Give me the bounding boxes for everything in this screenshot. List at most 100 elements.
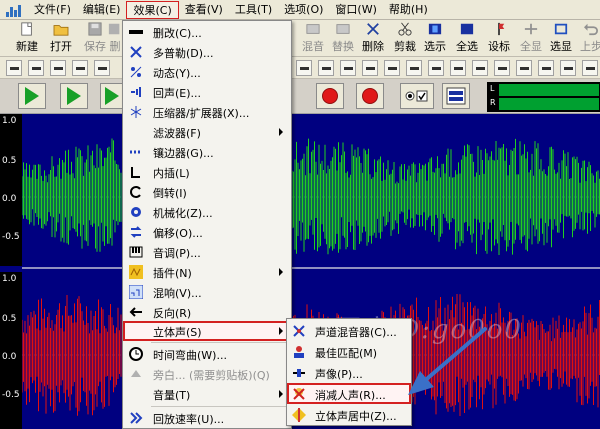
replace-button[interactable]: 替换 <box>326 22 360 56</box>
submenu-item-stereo-center[interactable]: 立体声居中(Z)... <box>287 404 411 425</box>
menu-item-interpolate[interactable]: 内插(L) <box>123 162 291 182</box>
menu-item-pitch[interactable]: 音调(P)... <box>123 242 291 262</box>
save-button[interactable]: 保存 <box>78 22 112 56</box>
submenu-item-best-match[interactable]: 最佳匹配(M) <box>287 341 411 362</box>
menu-edit[interactable]: 编辑(E) <box>77 1 127 19</box>
submenu-arrow-icon <box>279 327 283 335</box>
show-all-button[interactable]: 全显 <box>514 22 548 56</box>
menu-item-voiceover[interactable]: 旁白... (需要剪贴板)(Q) <box>123 364 291 384</box>
menu-item-flanger[interactable]: 镶边器(G)... <box>123 142 291 162</box>
record-stop-button[interactable] <box>356 83 384 109</box>
select-all-button[interactable]: 全选 <box>450 22 484 56</box>
effect-tool-icon[interactable] <box>318 60 334 76</box>
effect-tool-icon[interactable] <box>582 60 598 76</box>
set-marker-button[interactable]: 设标 <box>482 22 516 56</box>
menu-item-playback-rate[interactable]: 回放速率(U)... <box>123 408 291 428</box>
new-file-icon <box>21 22 32 36</box>
effect-tool-icon[interactable] <box>560 60 576 76</box>
menu-item-label: 时间弯曲(W)... <box>153 349 227 362</box>
menu-file[interactable]: 文件(F) <box>28 1 77 19</box>
submenu-item-pan[interactable]: 声像(P)... <box>287 362 411 383</box>
menu-window[interactable]: 窗口(W) <box>329 1 382 19</box>
menu-item-label: 倒转(I) <box>153 187 187 200</box>
submenu-arrow-icon <box>279 268 283 276</box>
effect-tool-icon[interactable] <box>72 60 88 76</box>
menu-item-label: 滤波器(F) <box>153 127 201 140</box>
effect-tool-icon[interactable] <box>538 60 554 76</box>
replace-button-label: 替换 <box>332 40 354 53</box>
menu-item-stereo[interactable]: 立体声(S) <box>123 321 291 341</box>
submenu-item-channel-mixer[interactable]: 声道混音器(C)... <box>287 320 411 341</box>
loop-play-button[interactable] <box>100 83 122 109</box>
menu-item-filter[interactable]: 滤波器(F) <box>123 122 291 142</box>
delete-button-label: 删除 <box>362 40 384 53</box>
select-view-button[interactable]: 选示 <box>418 22 452 56</box>
stereo-submenu: 声道混音器(C)... 最佳匹配(M) 声像(P)... 消减人声(R)... … <box>286 318 412 426</box>
menu-item-reverb[interactable]: 混响(V)... <box>123 282 291 302</box>
undo-button[interactable]: 上步 <box>574 22 600 56</box>
pitch-icon <box>129 246 143 258</box>
effect-tool-icon[interactable] <box>428 60 444 76</box>
effect-tool-icon[interactable] <box>472 60 488 76</box>
meter-right-bar <box>499 98 599 110</box>
menu-item-invert[interactable]: 倒转(I) <box>123 182 291 202</box>
menu-item-volume[interactable]: 音量(T) <box>123 384 291 404</box>
reverb-icon <box>129 285 143 299</box>
menu-item-plugin[interactable]: 插件(N) <box>123 262 291 282</box>
effect-tool-icon[interactable] <box>296 60 312 76</box>
effect-tool-icon[interactable] <box>494 60 510 76</box>
menu-item-reverse[interactable]: 反向(R) <box>123 302 291 322</box>
effect-tool-icon[interactable] <box>384 60 400 76</box>
menu-view[interactable]: 查看(V) <box>179 1 229 19</box>
effect-tool-icon[interactable] <box>28 60 44 76</box>
effect-tool-icon[interactable] <box>340 60 356 76</box>
meter-left-label: L <box>490 84 495 93</box>
menu-item-mechanize[interactable]: 机械化(Z)... <box>123 202 291 222</box>
spectrum-view-button[interactable] <box>442 83 470 109</box>
trim-button[interactable]: 剪裁 <box>388 22 422 56</box>
meter-right-label: R <box>490 98 496 107</box>
effect-tool-icon[interactable] <box>406 60 422 76</box>
effect-tool-icon[interactable] <box>50 60 66 76</box>
new-button[interactable]: 新建 <box>10 22 44 56</box>
effect-tool-icon[interactable] <box>362 60 378 76</box>
menu-effects[interactable]: 效果(C) <box>126 0 179 19</box>
show-selection-button[interactable]: 选显 <box>544 22 578 56</box>
effect-tool-icon[interactable] <box>450 60 466 76</box>
record-options-toggle[interactable] <box>400 83 434 109</box>
menu-item-label: 回声(E)... <box>153 87 202 100</box>
menu-item-doppler[interactable]: 多普勒(D)... <box>123 42 291 62</box>
submenu-item-label: 立体声居中(Z)... <box>315 410 397 423</box>
menu-item-delete-change[interactable]: 删改(C)... <box>123 22 291 42</box>
effect-tool-icon[interactable] <box>94 60 110 76</box>
delete-button-partial[interactable]: 删 <box>108 22 122 56</box>
level-meters: L R <box>487 82 600 112</box>
effect-tool-icon[interactable] <box>6 60 22 76</box>
record-button[interactable] <box>316 83 344 109</box>
menu-item-offset[interactable]: 偏移(O)... <box>123 222 291 242</box>
ruler-tick-label: 1.0 <box>2 274 17 284</box>
menu-item-dynamics[interactable]: 动态(Y)... <box>123 62 291 82</box>
app-logo-icon <box>6 3 24 17</box>
select-view-icon <box>428 23 442 35</box>
record-icon <box>322 88 338 104</box>
menu-item-label: 音量(T) <box>153 389 191 402</box>
menu-item-time-warp[interactable]: 时间弯曲(W)... <box>123 344 291 364</box>
echo-icon <box>131 87 141 97</box>
zoom-selection-icon <box>554 23 568 35</box>
menu-item-label: 立体声(S) <box>153 326 202 339</box>
mix-button[interactable]: 混音 <box>296 22 330 56</box>
menu-item-compressor[interactable]: 压缩器/扩展器(X)... <box>123 102 291 122</box>
play-button[interactable] <box>18 83 46 109</box>
delete-button[interactable]: 删除 <box>356 22 390 56</box>
menu-tools[interactable]: 工具(T) <box>229 1 278 19</box>
submenu-item-vocal-remove[interactable]: 消减人声(R)... <box>287 383 411 404</box>
effect-tool-icon[interactable] <box>516 60 532 76</box>
menu-options[interactable]: 选项(O) <box>278 1 329 19</box>
menu-item-echo[interactable]: 回声(E)... <box>123 82 291 102</box>
play-to-end-button[interactable] <box>60 83 88 109</box>
open-button[interactable]: 打开 <box>44 22 78 56</box>
amplitude-ruler-top: 1.0 0.5 0.0 -0.5 <box>0 114 22 266</box>
menu-help[interactable]: 帮助(H) <box>383 1 434 19</box>
minus-bar-icon <box>129 30 143 34</box>
